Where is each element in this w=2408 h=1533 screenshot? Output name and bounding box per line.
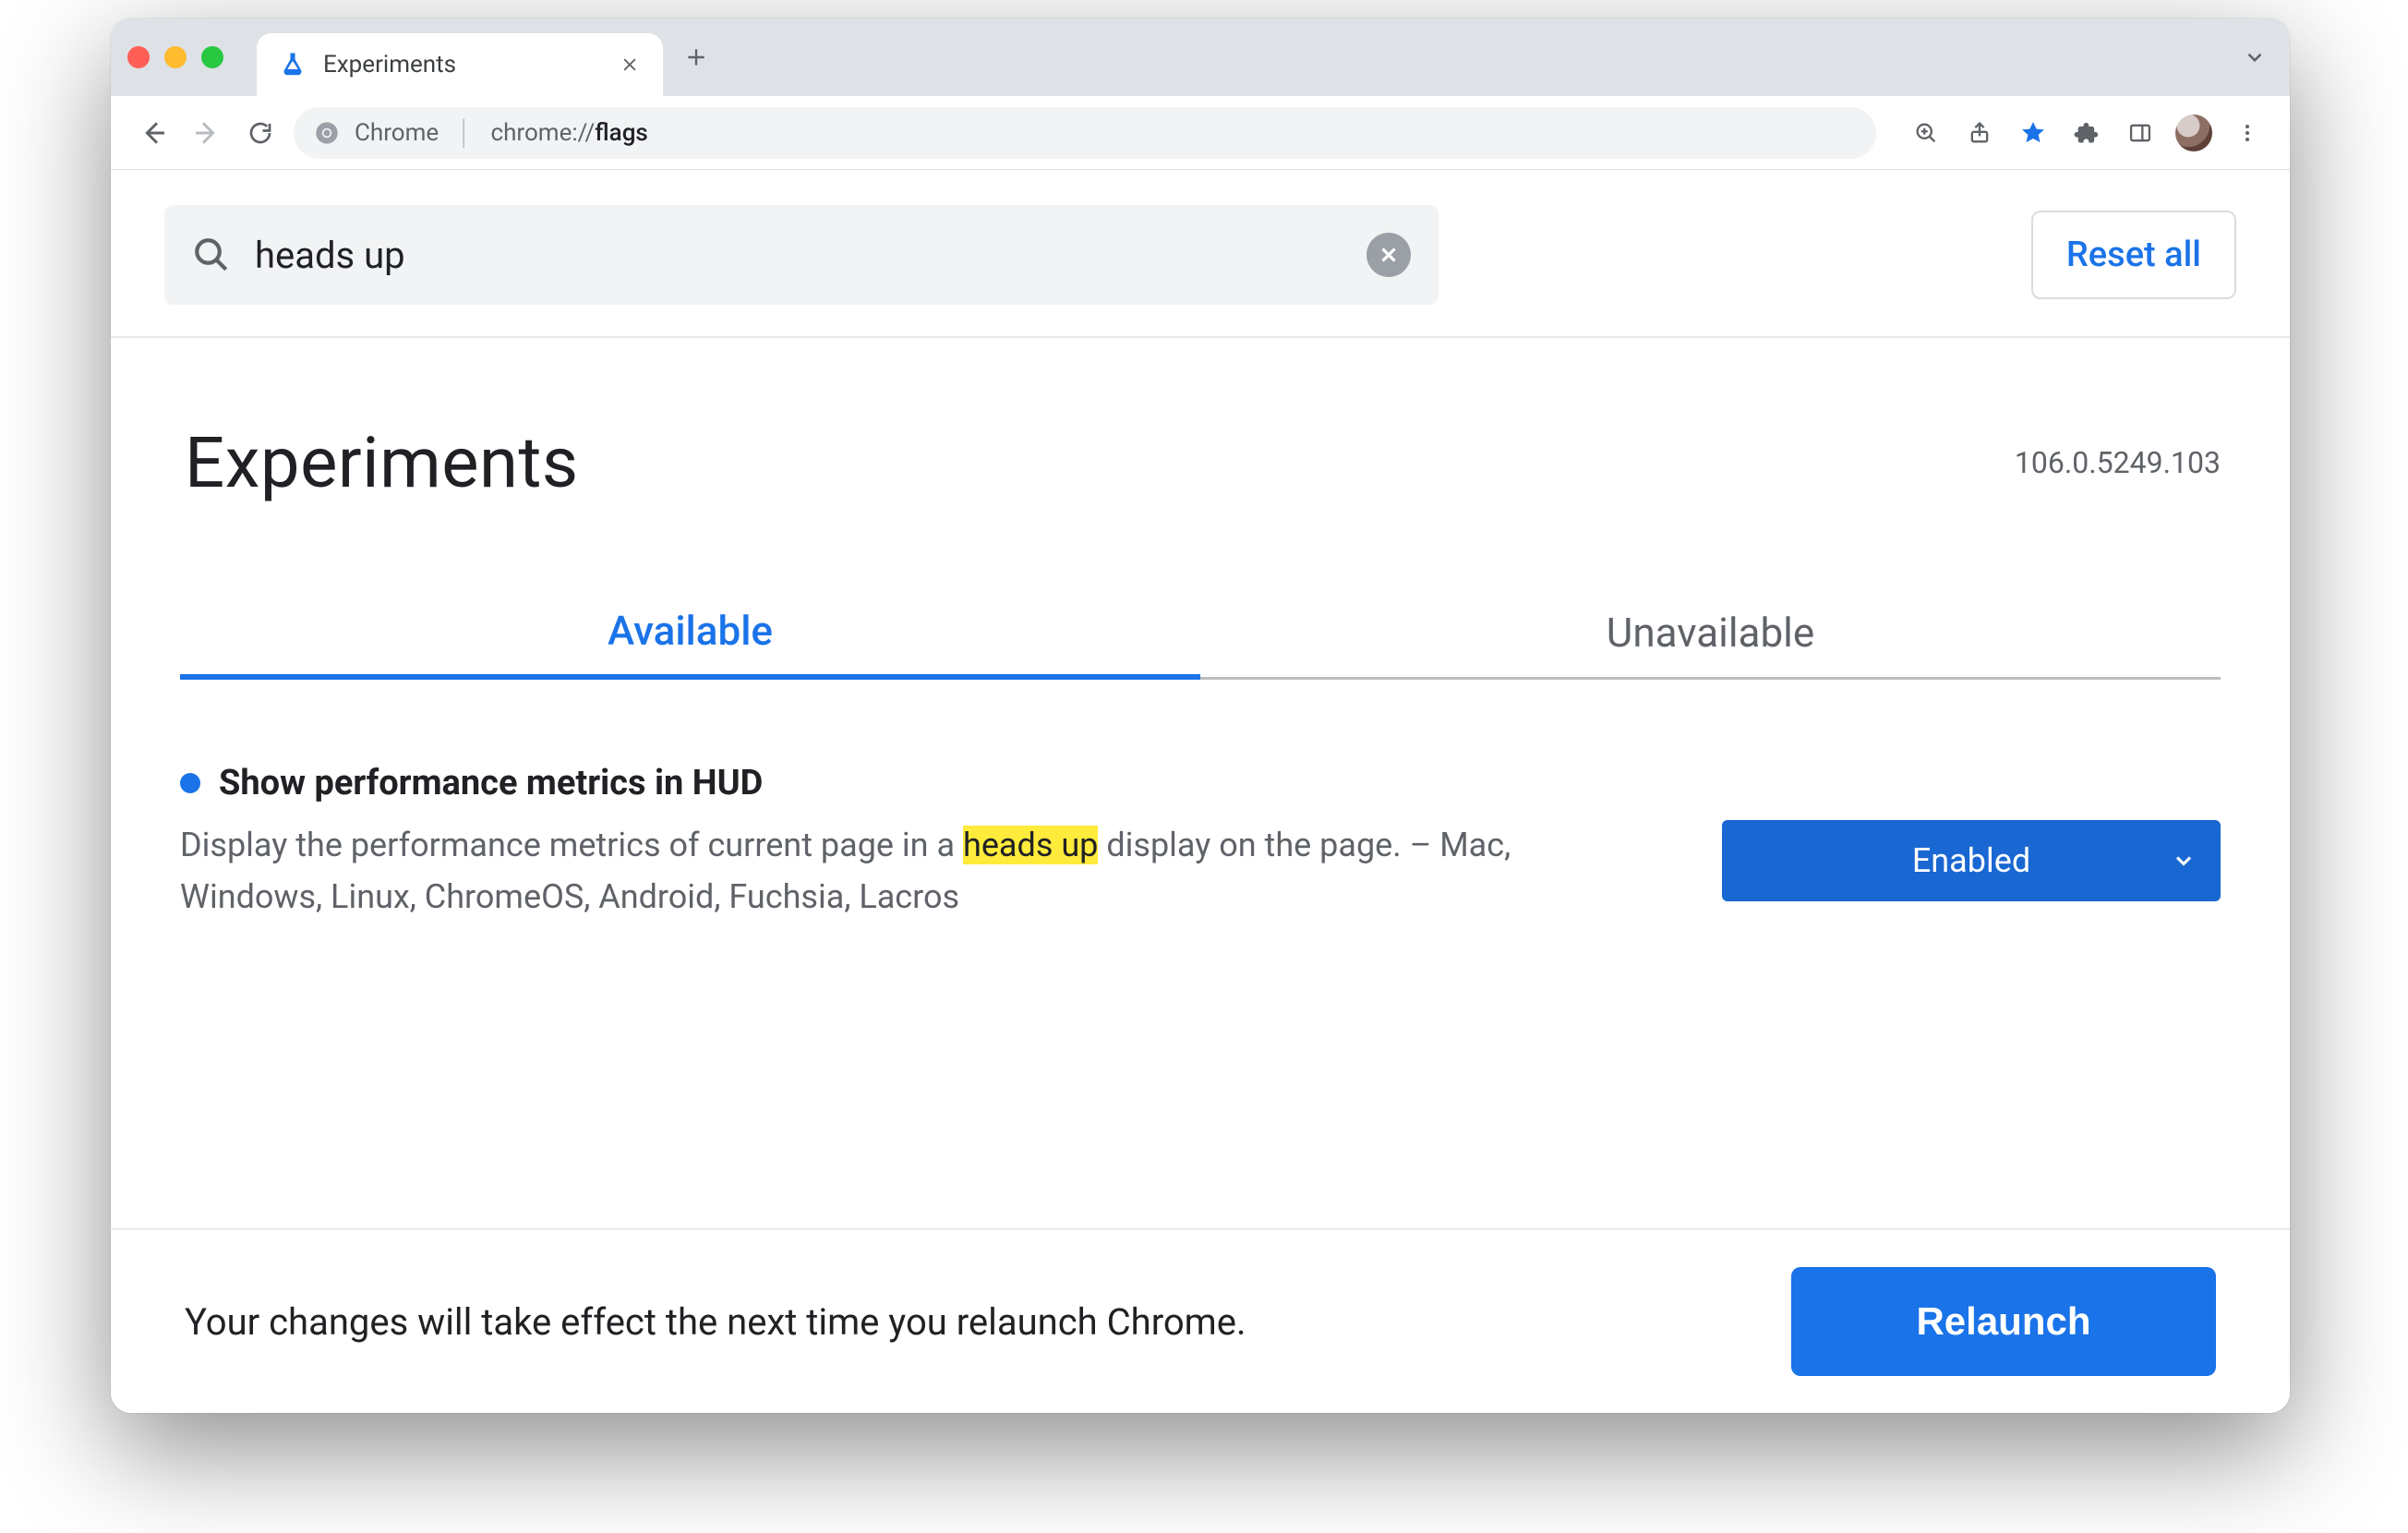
relaunch-button[interactable]: Relaunch [1791,1267,2216,1376]
extensions-icon[interactable] [2066,113,2107,153]
relaunch-message: Your changes will take effect the next t… [185,1300,1754,1344]
bookmark-star-icon[interactable] [2013,113,2053,153]
close-tab-icon[interactable] [617,52,643,78]
forward-button[interactable] [187,113,227,153]
sidepanel-icon[interactable] [2120,113,2161,153]
flag-state-select[interactable]: Enabled [1722,820,2221,901]
page-title: Experiments [185,421,579,504]
modified-dot-icon [180,773,200,793]
new-tab-button[interactable] [678,39,715,76]
search-highlight: heads up [963,826,1098,864]
url-host: Chrome [355,119,439,147]
chevron-down-icon [2171,848,2197,874]
close-window-icon[interactable] [127,46,150,68]
tab-available[interactable]: Available [180,587,1200,680]
share-icon[interactable] [1959,113,2000,153]
tab-unavailable[interactable]: Unavailable [1200,587,2221,680]
browser-window: Experiments [111,18,2290,1413]
search-icon [192,235,231,274]
tab-strip: Experiments [111,18,2290,96]
clear-search-icon[interactable] [1367,233,1411,277]
relaunch-bar: Your changes will take effect the next t… [111,1228,2290,1413]
maximize-window-icon[interactable] [201,46,223,68]
flag-title: Show performance metrics in HUD [219,763,763,803]
toolbar: Chrome │ chrome://flags [111,96,2290,170]
tab-title: Experiments [323,51,600,78]
profile-avatar[interactable] [2173,113,2214,153]
page-header: Experiments 106.0.5249.103 [111,338,2290,523]
flags-tabs: Available Unavailable [180,587,2221,680]
flag-title-row: Show performance metrics in HUD [180,763,1685,803]
chrome-icon [314,120,340,146]
tabs-dropdown-icon[interactable] [2236,39,2273,76]
flag-state-value: Enabled [1912,841,2030,880]
address-bar[interactable]: Chrome │ chrome://flags [294,107,1876,159]
separator-icon: │ [457,121,472,145]
reload-button[interactable] [240,113,281,153]
flags-search-input[interactable] [255,234,1342,277]
flag-item: Show performance metrics in HUD Display … [111,680,2290,960]
reset-all-button[interactable]: Reset all [2031,211,2236,299]
browser-tab[interactable]: Experiments [257,33,663,96]
minimize-window-icon[interactable] [164,46,187,68]
search-row: Reset all [111,170,2290,338]
flags-search-box[interactable] [164,205,1439,305]
back-button[interactable] [133,113,174,153]
kebab-menu-icon[interactable] [2227,113,2268,153]
flag-description: Display the performance metrics of curre… [180,820,1639,923]
url-path: chrome://flags [490,119,647,147]
window-controls [127,46,223,68]
version-label: 106.0.5249.103 [2015,445,2221,480]
page-content: Reset all Experiments 106.0.5249.103 Ava… [111,170,2290,1228]
flask-icon [279,51,307,78]
zoom-icon[interactable] [1906,113,1946,153]
